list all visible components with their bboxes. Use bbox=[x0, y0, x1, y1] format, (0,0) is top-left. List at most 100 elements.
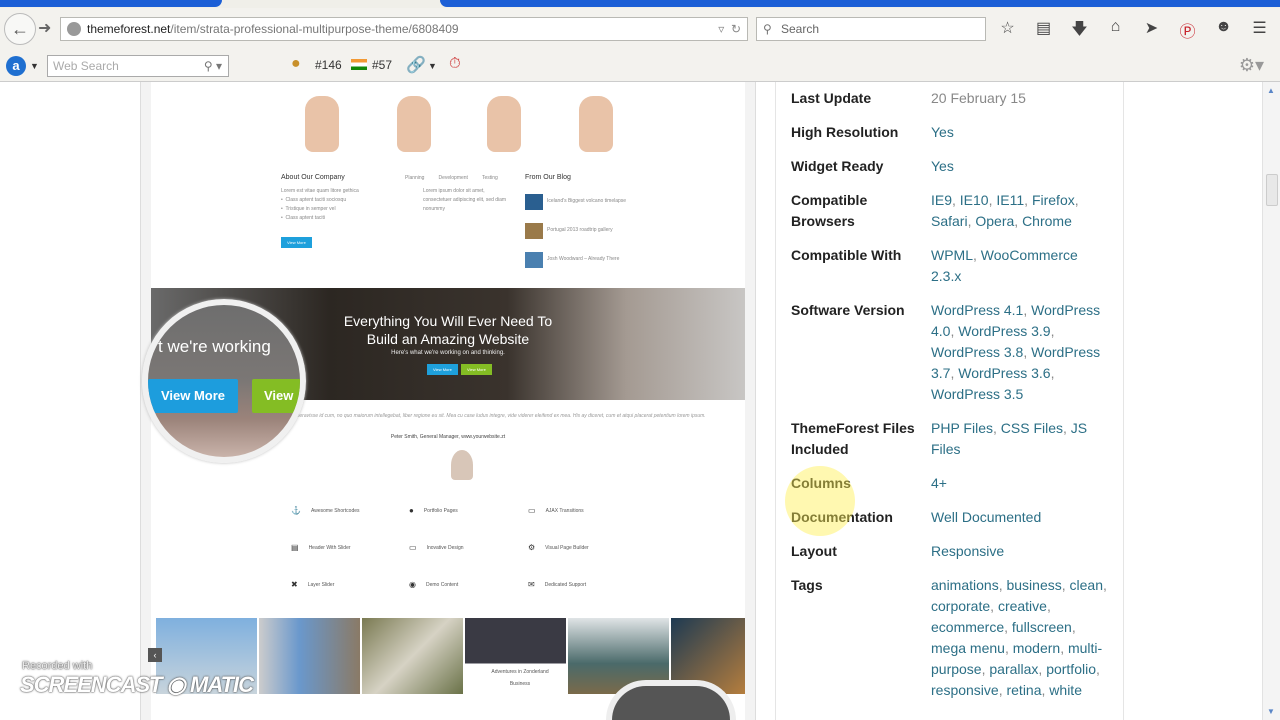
scroll-down-icon[interactable]: ▼ bbox=[1267, 707, 1275, 716]
detail-link[interactable]: PHP Files bbox=[931, 420, 993, 436]
detail-link[interactable]: Safari bbox=[931, 213, 968, 229]
home-icon[interactable]: ⌂ bbox=[1104, 18, 1127, 45]
globe-icon: ● bbox=[291, 55, 301, 72]
menu-icon[interactable]: ☰ bbox=[1248, 18, 1271, 45]
reading-list-icon[interactable]: ▤ bbox=[1032, 18, 1055, 45]
globe-magnifier bbox=[606, 680, 736, 720]
feature-item: ⚓ Awesome Shortcodes bbox=[291, 506, 360, 515]
detail-link[interactable]: IE9 bbox=[931, 192, 952, 208]
forward-button[interactable]: ➜ bbox=[38, 18, 51, 38]
detail-link[interactable]: WordPress 3.8 bbox=[931, 344, 1023, 360]
detail-link[interactable]: IE11 bbox=[996, 192, 1024, 208]
detail-label: Compatible With bbox=[791, 247, 902, 263]
detail-link[interactable]: modern bbox=[1013, 640, 1060, 656]
dropdown-icon[interactable]: ▿ bbox=[718, 22, 724, 36]
detail-value: WPML, WooCommerce 2.3.x bbox=[931, 247, 1078, 284]
detail-link[interactable]: Firefox bbox=[1032, 192, 1075, 208]
detail-value: Yes bbox=[931, 156, 1111, 177]
magnified-view-more-button: View More bbox=[148, 379, 238, 413]
blog-post: Iceland's Biggest volcano timelapse bbox=[547, 198, 627, 204]
detail-link[interactable]: IE10 bbox=[960, 192, 989, 208]
gear-icon[interactable]: ⚙▾ bbox=[1239, 55, 1264, 76]
tabs-section: Planning Development Testing Lorem ipsum d… bbox=[405, 175, 507, 212]
detail-link[interactable]: corporate bbox=[931, 598, 990, 614]
detail-link[interactable]: CSS Files bbox=[1001, 420, 1063, 436]
vertical-scrollbar[interactable]: ▲ ▼ bbox=[1262, 82, 1280, 720]
detail-link[interactable]: Yes bbox=[931, 158, 954, 174]
envelope-icon: ✉ bbox=[528, 580, 535, 589]
detail-link[interactable]: fullscreen bbox=[1012, 619, 1072, 635]
android-icon: ● bbox=[409, 506, 414, 515]
globe-icon bbox=[67, 22, 81, 36]
detail-link[interactable]: Yes bbox=[931, 124, 954, 140]
detail-link[interactable]: parallax bbox=[989, 661, 1038, 677]
ask-logo-icon[interactable]: a bbox=[6, 56, 26, 76]
detail-link[interactable]: creative bbox=[998, 598, 1047, 614]
feature-label: Demo Content bbox=[425, 581, 459, 588]
detail-link[interactable]: WordPress 3.9 bbox=[958, 323, 1050, 339]
download-icon[interactable]: 🡇 bbox=[1068, 18, 1091, 45]
detail-row: High Resolution Yes bbox=[776, 116, 1123, 150]
country-rank[interactable]: #57 bbox=[372, 58, 392, 72]
hero-view-more-blue: View More bbox=[427, 364, 458, 375]
hero-view-more-green: View More bbox=[461, 364, 492, 375]
detail-value: IE9, IE10, IE11, Firefox, Safari, Opera,… bbox=[931, 192, 1079, 229]
author-avatar bbox=[451, 450, 473, 480]
scrollbar-thumb[interactable] bbox=[1266, 174, 1278, 206]
chevron-down-icon[interactable]: ▼ bbox=[30, 61, 39, 71]
detail-link[interactable]: ecommerce bbox=[931, 619, 1004, 635]
link-icon[interactable]: 🔗 bbox=[406, 55, 426, 75]
detail-link[interactable]: Chrome bbox=[1022, 213, 1072, 229]
detail-link[interactable]: responsive bbox=[931, 682, 999, 698]
feature-item: ◉ Demo Content bbox=[409, 580, 458, 589]
detail-link[interactable]: mega menu bbox=[931, 640, 1005, 656]
scroll-up-icon[interactable]: ▲ bbox=[1267, 86, 1275, 95]
detail-row: Columns 4+ bbox=[776, 467, 1123, 501]
address-bar[interactable]: themeforest.net/item/strata-professional… bbox=[60, 17, 748, 41]
detail-link[interactable]: animations bbox=[931, 577, 999, 593]
detail-value: 4+ bbox=[931, 473, 1111, 494]
detail-link[interactable]: retina bbox=[1006, 682, 1041, 698]
detail-link[interactable]: clean bbox=[1070, 577, 1103, 593]
search-icon[interactable]: ⚲ ▾ bbox=[204, 56, 222, 76]
eye-icon: ◉ bbox=[409, 580, 416, 589]
detail-link[interactable]: WordPress 3.6 bbox=[958, 365, 1050, 381]
detail-link[interactable]: Responsive bbox=[931, 543, 1004, 559]
pinterest-icon[interactable]: Ⓟ bbox=[1176, 18, 1199, 45]
search-input[interactable]: ⚲ Search bbox=[756, 17, 986, 41]
global-rank[interactable]: #146 bbox=[315, 58, 342, 72]
item-details-table: Last Update 20 February 15 High Resolution… bbox=[775, 82, 1124, 720]
web-search-input[interactable]: Web Search ⚲ ▾ bbox=[47, 55, 229, 77]
feature-label: Header With Slider bbox=[308, 544, 351, 551]
hero-title-line2: Build an Amazing Website bbox=[366, 331, 530, 347]
feature-label: AJAX Transitions bbox=[545, 507, 584, 514]
chat-icon[interactable]: ☻ bbox=[1212, 18, 1235, 45]
plane-icon: ✖ bbox=[291, 580, 298, 589]
detail-link[interactable]: 4+ bbox=[931, 475, 947, 491]
feature-label: Inovative Design bbox=[426, 544, 464, 551]
detail-link[interactable]: WordPress 4.1 bbox=[931, 302, 1023, 318]
slider-icon: ▤ bbox=[291, 543, 299, 552]
detail-row: Tags animations, business, clean, corpora… bbox=[776, 569, 1123, 701]
reload-icon[interactable]: ↻ bbox=[731, 22, 741, 36]
detail-link[interactable]: Opera bbox=[975, 213, 1014, 229]
detail-row: ThemeForest Files Included PHP Files, CSS… bbox=[776, 412, 1123, 467]
detail-row: Layout Responsive bbox=[776, 535, 1123, 569]
chevron-down-icon[interactable]: ▼ bbox=[428, 61, 437, 71]
back-button[interactable]: ← bbox=[4, 13, 36, 45]
detail-row: Compatible With WPML, WooCommerce 2.3.x bbox=[776, 239, 1123, 294]
detail-link[interactable]: Well Documented bbox=[931, 509, 1041, 525]
timer-icon[interactable]: ⏱ bbox=[449, 55, 461, 72]
detail-link[interactable]: business bbox=[1006, 577, 1061, 593]
window-titlebar bbox=[0, 0, 1280, 8]
detail-link[interactable]: portfolio bbox=[1046, 661, 1096, 677]
about-title: About Our Company bbox=[281, 174, 345, 181]
detail-label: Widget Ready bbox=[791, 158, 884, 174]
feature-item: ✖ Layer Slider bbox=[291, 580, 334, 589]
send-icon[interactable]: ➤ bbox=[1140, 18, 1163, 45]
hands-illustration bbox=[291, 82, 651, 157]
detail-link[interactable]: WPML bbox=[931, 247, 973, 263]
detail-link[interactable]: white bbox=[1049, 682, 1082, 698]
detail-link[interactable]: WordPress 3.5 bbox=[931, 386, 1023, 402]
star-icon[interactable]: ☆ bbox=[996, 18, 1019, 45]
